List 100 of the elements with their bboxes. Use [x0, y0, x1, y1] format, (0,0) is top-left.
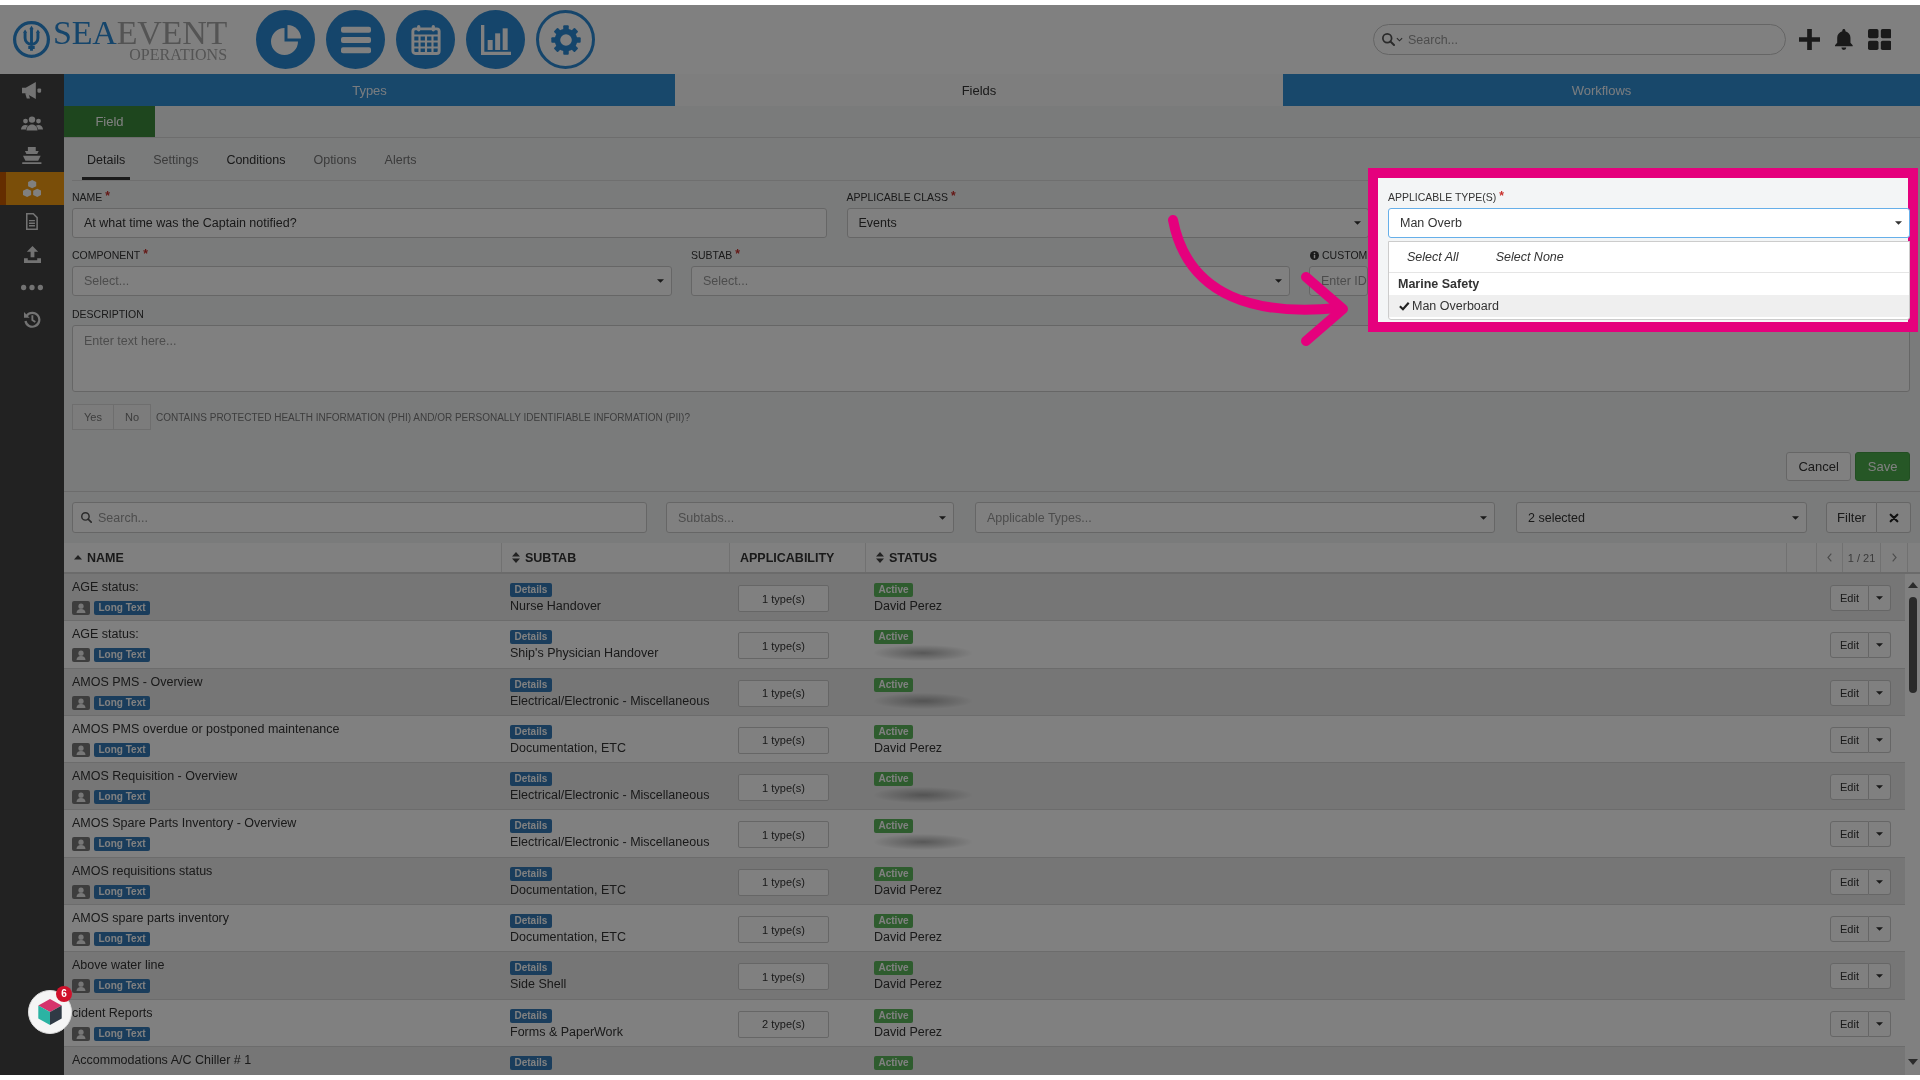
chevron-right-icon	[1891, 553, 1897, 562]
main-tab[interactable]: Fields	[675, 74, 1283, 106]
applicability-button[interactable]: 1 type(s)	[738, 726, 829, 754]
previous-page-button[interactable]	[1827, 553, 1832, 562]
plus-icon[interactable]	[1799, 29, 1820, 50]
types-select[interactable]: Man Overb	[1388, 208, 1910, 238]
dropdown-toggle[interactable]	[1869, 774, 1891, 801]
column-header[interactable]: STATUS	[889, 550, 938, 565]
menu-action-link[interactable]: Select All	[1407, 250, 1459, 264]
user-icon	[72, 601, 90, 615]
caret-icon	[1876, 1021, 1883, 1026]
subtab-name: Electrical/Electronic - Miscellaneous	[510, 692, 710, 709]
menu-icon	[340, 24, 371, 55]
owner-name: David Perez	[874, 881, 943, 898]
close-icon	[1888, 512, 1899, 523]
field-type-tag: Long Text	[94, 601, 151, 615]
field-name: Accommodations A/C Chiller # 1	[72, 1051, 252, 1068]
dropdown-toggle[interactable]	[1869, 632, 1891, 659]
column-header[interactable]: NAME	[87, 550, 124, 565]
chevron-left-icon	[1827, 553, 1832, 562]
user-icon	[72, 979, 90, 994]
cancel-button[interactable]: Cancel	[1785, 452, 1852, 481]
applicability-button[interactable]: 2 type(s)	[738, 1010, 829, 1038]
dropdown-option[interactable]: Man Overboard	[1389, 295, 1909, 317]
clear-filter-button[interactable]	[1877, 502, 1911, 533]
cubes-icon	[22, 180, 42, 198]
edit-button[interactable]: Edit	[1830, 632, 1869, 659]
class-select[interactable]: Events	[846, 208, 1369, 238]
field-type-tag: Long Text	[94, 1026, 151, 1041]
user-icon	[72, 932, 90, 947]
edit-button[interactable]: Edit	[1830, 585, 1869, 611]
dropdown-toggle[interactable]	[1869, 679, 1891, 706]
edit-button[interactable]: Edit	[1830, 1010, 1869, 1037]
next-page-button[interactable]	[1891, 553, 1897, 562]
status-tag: Active	[874, 677, 913, 692]
bell-icon[interactable]	[1835, 29, 1853, 50]
edit-button[interactable]: Edit	[1830, 821, 1869, 848]
status-tag: Active	[874, 866, 913, 881]
dropdown-toggle[interactable]	[1869, 916, 1891, 943]
caret-icon	[1876, 927, 1883, 932]
field-name: AMOS Spare Parts Inventory - Overview	[72, 815, 297, 832]
field-type-tag: Long Text	[94, 695, 151, 710]
applicability-button[interactable]: 1 type(s)	[738, 679, 829, 707]
user-icon	[72, 790, 90, 805]
main-tab[interactable]: Types	[64, 74, 675, 106]
subtab-tag: Details	[510, 819, 552, 834]
filter-button[interactable]: Filter	[1826, 502, 1877, 533]
search-icon	[81, 512, 92, 523]
applicability-button[interactable]: 1 type(s)	[738, 916, 829, 944]
edit-button[interactable]: Edit	[1830, 774, 1869, 801]
grid-icon[interactable]	[1867, 29, 1891, 50]
main-tab[interactable]: Workflows	[1283, 74, 1920, 106]
dropdown-toggle[interactable]	[1869, 585, 1891, 611]
caret-icon	[1895, 221, 1902, 225]
applicability-button[interactable]: 1 type(s)	[738, 963, 829, 991]
field-type-tag: Long Text	[94, 979, 151, 994]
field-label: COMPONENT	[72, 248, 141, 262]
column-header[interactable]: APPLICABILITY	[740, 550, 835, 565]
dropdown-toggle[interactable]	[1869, 963, 1891, 990]
required-mark: *	[735, 248, 740, 260]
filter-select[interactable]: 2 selected	[1516, 502, 1807, 533]
subtab-tag: Details	[510, 583, 552, 597]
megaphone-icon	[22, 81, 42, 99]
field-label: APPLICABLE TYPE(S)	[1388, 190, 1497, 204]
caret-icon	[657, 279, 664, 283]
document-icon	[26, 213, 38, 231]
edit-button[interactable]: Edit	[1830, 679, 1869, 706]
edit-button[interactable]: Edit	[1830, 726, 1869, 753]
field-type-tag: Long Text	[94, 837, 151, 852]
caret-icon	[1876, 974, 1883, 979]
edit-button[interactable]: Edit	[1830, 868, 1869, 895]
required-mark: *	[105, 190, 110, 202]
subtab-name: Documentation, ETC	[510, 929, 627, 946]
menu-action-link[interactable]: Select None	[1495, 250, 1564, 264]
sort-icon	[876, 552, 884, 563]
edit-button[interactable]: Edit	[1830, 963, 1869, 990]
caret-icon	[1876, 690, 1883, 695]
sidebar-item[interactable]	[0, 172, 64, 206]
subtab-tag: Details	[510, 961, 552, 976]
field-label: NAME	[72, 190, 103, 204]
status-tag: Active	[874, 1008, 913, 1023]
dropdown-toggle[interactable]	[1869, 821, 1891, 848]
dropdown-toggle[interactable]	[1869, 726, 1891, 753]
dropdown-toggle[interactable]	[1869, 1010, 1891, 1037]
applicability-button[interactable]: 1 type(s)	[738, 774, 829, 802]
caret-icon	[1275, 279, 1282, 283]
required-mark: *	[1499, 190, 1505, 202]
edit-button[interactable]: Edit	[1830, 916, 1869, 943]
caret-icon	[1876, 879, 1883, 884]
form-tab[interactable]: Conditions	[221, 138, 291, 180]
column-header[interactable]: SUBTAB	[525, 550, 577, 565]
applicability-button[interactable]: 1 type(s)	[738, 821, 829, 849]
section-tab[interactable]: Field	[64, 106, 155, 137]
applicability-button[interactable]: 1 type(s)	[738, 585, 829, 612]
subtab-tag: Details	[510, 866, 552, 881]
applicability-button[interactable]: 1 type(s)	[738, 868, 829, 896]
dropdown-toggle[interactable]	[1869, 868, 1891, 895]
form-tab[interactable]: Details	[82, 138, 131, 180]
name-field[interactable]: At what time was the Captain notified?	[72, 208, 827, 238]
applicability-button[interactable]: 1 type(s)	[738, 632, 829, 660]
